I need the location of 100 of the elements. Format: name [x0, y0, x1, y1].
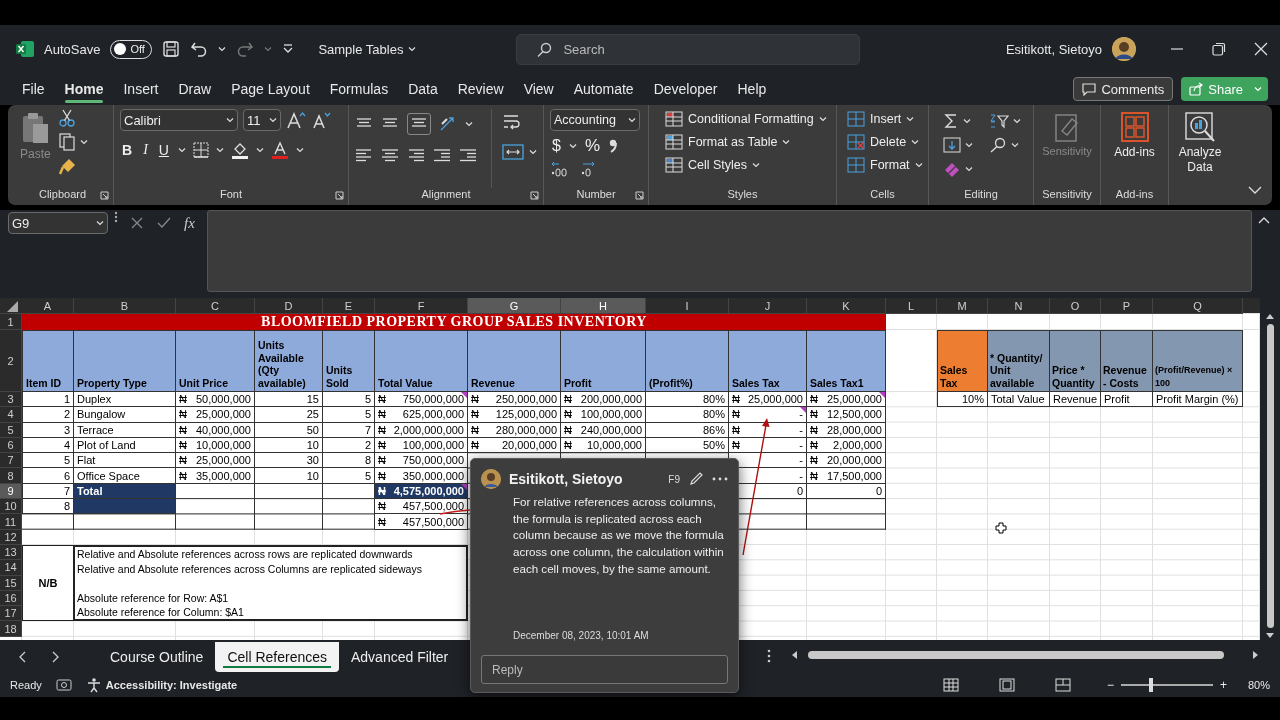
column-header[interactable]: K — [807, 298, 886, 314]
italic-button[interactable]: I — [141, 142, 150, 158]
user-name[interactable]: Esitikott, Sietoyo — [1005, 41, 1102, 57]
search-field[interactable]: Search — [516, 33, 861, 65]
save-icon[interactable] — [162, 40, 181, 58]
styles-menu-item[interactable]: Cell Styles — [665, 157, 830, 173]
zoom-level[interactable]: 80% — [1247, 679, 1270, 691]
column-header[interactable]: G — [468, 298, 561, 314]
increase-indent-icon[interactable] — [459, 147, 477, 163]
document-title[interactable]: Sample Tables — [318, 41, 417, 57]
column-header[interactable]: P — [1101, 298, 1153, 314]
menu-tab[interactable]: Data — [398, 77, 448, 101]
wrap-text-icon[interactable] — [502, 113, 522, 131]
comments-button[interactable]: Comments — [1073, 77, 1174, 101]
column-header[interactable]: L — [886, 298, 937, 314]
avatar[interactable] — [1112, 37, 1136, 61]
accessibility-status[interactable]: Accessibility: Investigate — [105, 679, 238, 691]
row-header[interactable]: 18 — [0, 621, 22, 637]
sort-filter-icon[interactable] — [989, 113, 1009, 129]
copy-icon[interactable] — [58, 133, 75, 151]
macro-recorder-icon[interactable] — [55, 678, 72, 692]
cells-menu-item[interactable]: Insert — [847, 111, 922, 127]
edit-icon[interactable] — [688, 471, 704, 487]
align-center-icon[interactable] — [381, 147, 399, 163]
close-icon[interactable] — [1254, 42, 1268, 56]
sheet-tab[interactable]: Cell References — [215, 641, 339, 672]
normal-view-icon[interactable] — [942, 678, 959, 692]
column-header[interactable]: F — [375, 298, 468, 314]
scroll-right-icon[interactable] — [1252, 650, 1260, 660]
scroll-up-icon[interactable] — [1265, 312, 1275, 320]
decrease-font-size-icon[interactable] — [311, 111, 331, 129]
restore-icon[interactable] — [1212, 42, 1226, 56]
row-header[interactable]: 4 — [0, 407, 22, 423]
redo-icon[interactable] — [236, 40, 255, 58]
font-color-icon[interactable] — [270, 141, 289, 159]
comma-style-icon[interactable] — [608, 138, 619, 154]
format-painter-icon[interactable] — [58, 157, 77, 175]
more-sheets-icon[interactable] — [766, 649, 772, 663]
sheet-tab[interactable]: Course Outline — [98, 641, 216, 672]
menu-tab[interactable]: Page Layout — [221, 77, 320, 101]
row-header[interactable]: 7 — [0, 453, 22, 469]
column-header[interactable]: B — [74, 298, 176, 314]
next-sheet-icon[interactable] — [50, 650, 60, 663]
previous-sheet-icon[interactable] — [18, 650, 28, 663]
column-header[interactable]: C — [176, 298, 255, 314]
zoom-out-button[interactable]: − — [1104, 678, 1116, 692]
menu-tab[interactable]: Insert — [113, 77, 169, 101]
fill-color-icon[interactable] — [230, 141, 249, 159]
autosum-icon[interactable] — [943, 113, 959, 129]
dialog-launcher-icon[interactable] — [635, 191, 644, 200]
zoom-slider-thumb[interactable] — [1149, 678, 1154, 692]
collapse-formula-bar-icon[interactable] — [1258, 216, 1270, 224]
menu-tab[interactable]: Home — [54, 77, 114, 101]
styles-menu-item[interactable]: Format as Table — [665, 134, 830, 150]
more-options-icon[interactable] — [114, 210, 118, 224]
column-header[interactable]: E — [323, 298, 375, 314]
borders-icon[interactable] — [192, 142, 209, 158]
column-header[interactable]: O — [1050, 298, 1101, 314]
row-header[interactable]: 10 — [0, 499, 22, 515]
row-header[interactable]: 14 — [0, 560, 22, 576]
menu-tab[interactable]: Help — [727, 77, 777, 101]
increase-font-size-icon[interactable] — [286, 111, 306, 129]
text-orientation-icon[interactable] — [439, 116, 457, 132]
zoom-in-button[interactable]: + — [1217, 678, 1229, 692]
row-header[interactable]: 1 — [0, 314, 22, 330]
analyze-data-button[interactable]: Analyze Data — [1175, 109, 1225, 202]
column-header[interactable]: D — [255, 298, 323, 314]
check-icon[interactable] — [156, 216, 172, 230]
column-header[interactable]: Q — [1153, 298, 1243, 314]
row-header[interactable]: 2 — [0, 330, 22, 392]
scroll-left-icon[interactable] — [790, 650, 798, 660]
accessibility-icon[interactable] — [85, 677, 102, 693]
column-header[interactable]: N — [988, 298, 1050, 314]
add-ins-button[interactable]: Add-ins — [1112, 109, 1157, 188]
row-header[interactable]: 11 — [0, 514, 22, 530]
eraser-icon[interactable] — [943, 161, 961, 177]
cancel-icon[interactable] — [130, 216, 144, 230]
decrease-indent-icon[interactable] — [433, 147, 451, 163]
align-left-icon[interactable] — [355, 147, 373, 163]
styles-menu-item[interactable]: Conditional Formatting — [665, 111, 830, 127]
cells-menu-item[interactable]: Delete — [847, 134, 922, 150]
row-header[interactable]: 8 — [0, 468, 22, 484]
page-layout-icon[interactable] — [998, 678, 1015, 692]
column-header[interactable]: H — [561, 298, 646, 314]
menu-tab[interactable]: Automate — [563, 77, 644, 101]
dialog-launcher-icon[interactable] — [530, 191, 539, 200]
cells-menu-item[interactable]: Format — [847, 157, 922, 173]
insert-function-button[interactable]: fx — [184, 214, 195, 232]
column-header[interactable]: A — [22, 298, 74, 314]
number-format-dropdown[interactable]: Accounting — [550, 109, 640, 131]
more-icon[interactable] — [712, 477, 728, 481]
name-box[interactable]: G9 — [8, 212, 108, 234]
cut-icon[interactable] — [58, 109, 75, 127]
dialog-launcher-icon[interactable] — [335, 191, 344, 200]
excel-logo-icon[interactable] — [16, 40, 34, 58]
align-right-icon[interactable] — [407, 147, 425, 163]
menu-tab[interactable]: Developer — [643, 77, 728, 101]
bold-button[interactable]: B — [120, 142, 135, 158]
menu-tab[interactable]: File — [12, 77, 55, 101]
collapse-ribbon-icon[interactable] — [1248, 185, 1262, 195]
